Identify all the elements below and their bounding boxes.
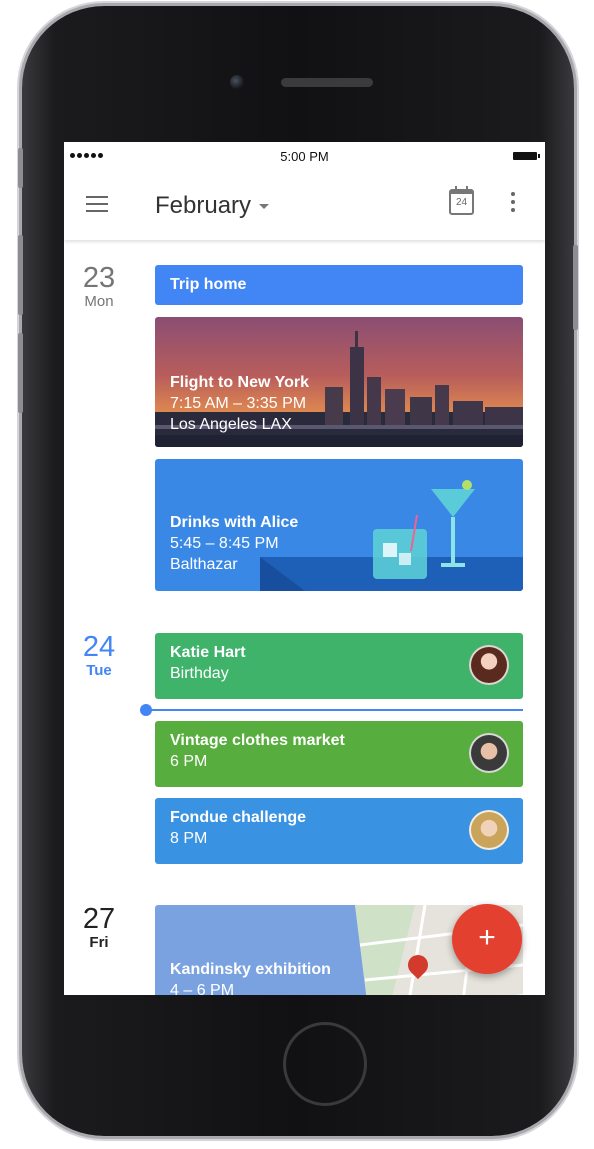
- add-event-button[interactable]: +: [452, 904, 522, 974]
- volume-up-button: [18, 235, 23, 315]
- earpiece-speaker: [281, 78, 373, 87]
- mute-switch: [18, 148, 23, 188]
- today-calendar-icon[interactable]: 24: [449, 186, 474, 215]
- menu-icon[interactable]: [86, 196, 108, 212]
- day-name: Mon: [84, 293, 114, 310]
- event-time: 4 – 6 PM: [170, 982, 235, 995]
- event-title: Drinks with Alice: [170, 514, 299, 531]
- home-button[interactable]: [283, 1022, 367, 1106]
- event-title: Trip home: [170, 276, 247, 293]
- event-time: 7:15 AM – 3:35 PM: [170, 395, 307, 412]
- screen: 5:00 PM February 24 23 Mon 24 Tue 27 Fri…: [64, 142, 545, 995]
- month-label: February: [155, 192, 252, 219]
- current-time-line: [147, 709, 523, 711]
- more-vert-icon[interactable]: [510, 192, 516, 216]
- avatar: [469, 645, 509, 685]
- status-bar: 5:00 PM: [64, 142, 545, 168]
- month-selector[interactable]: February: [155, 192, 270, 220]
- event-location: Los Angeles LAX: [170, 416, 292, 433]
- front-camera: [230, 75, 244, 89]
- day-number: 23: [82, 262, 116, 294]
- event-location: Balthazar: [170, 556, 238, 573]
- event-katie-hart-birthday[interactable]: Katie Hart Birthday: [155, 633, 523, 699]
- app-bar: February 24: [64, 168, 545, 240]
- event-title: Kandinsky exhibition: [170, 961, 331, 978]
- event-fondue-challenge[interactable]: Fondue challenge 8 PM: [155, 798, 523, 864]
- map-pin-icon: [403, 950, 433, 980]
- day-label-tue: 24 Tue: [64, 632, 134, 679]
- day-number: 27: [82, 903, 116, 935]
- event-vintage-clothes-market[interactable]: Vintage clothes market 6 PM: [155, 721, 523, 787]
- status-time: 5:00 PM: [280, 149, 329, 164]
- event-drinks-with-alice[interactable]: Drinks with Alice 5:45 – 8:45 PM Balthaz…: [155, 459, 523, 591]
- dropdown-arrow-icon: [259, 204, 270, 210]
- day-label-mon: 23 Mon: [64, 263, 134, 310]
- day-name: Tue: [86, 662, 112, 679]
- day-label-fri: 27 Fri: [64, 904, 134, 951]
- avatar: [469, 733, 509, 773]
- power-button: [573, 245, 578, 330]
- event-trip-home[interactable]: Trip home: [155, 265, 523, 305]
- avatar: [469, 810, 509, 850]
- event-flight-new-york[interactable]: Flight to New York 7:15 AM – 3:35 PM Los…: [155, 317, 523, 447]
- battery-icon: [513, 152, 540, 160]
- event-title: Flight to New York: [170, 374, 309, 391]
- event-time: 5:45 – 8:45 PM: [170, 535, 279, 552]
- day-name: Fri: [89, 934, 109, 951]
- volume-down-button: [18, 333, 23, 413]
- day-number: 24: [82, 631, 116, 663]
